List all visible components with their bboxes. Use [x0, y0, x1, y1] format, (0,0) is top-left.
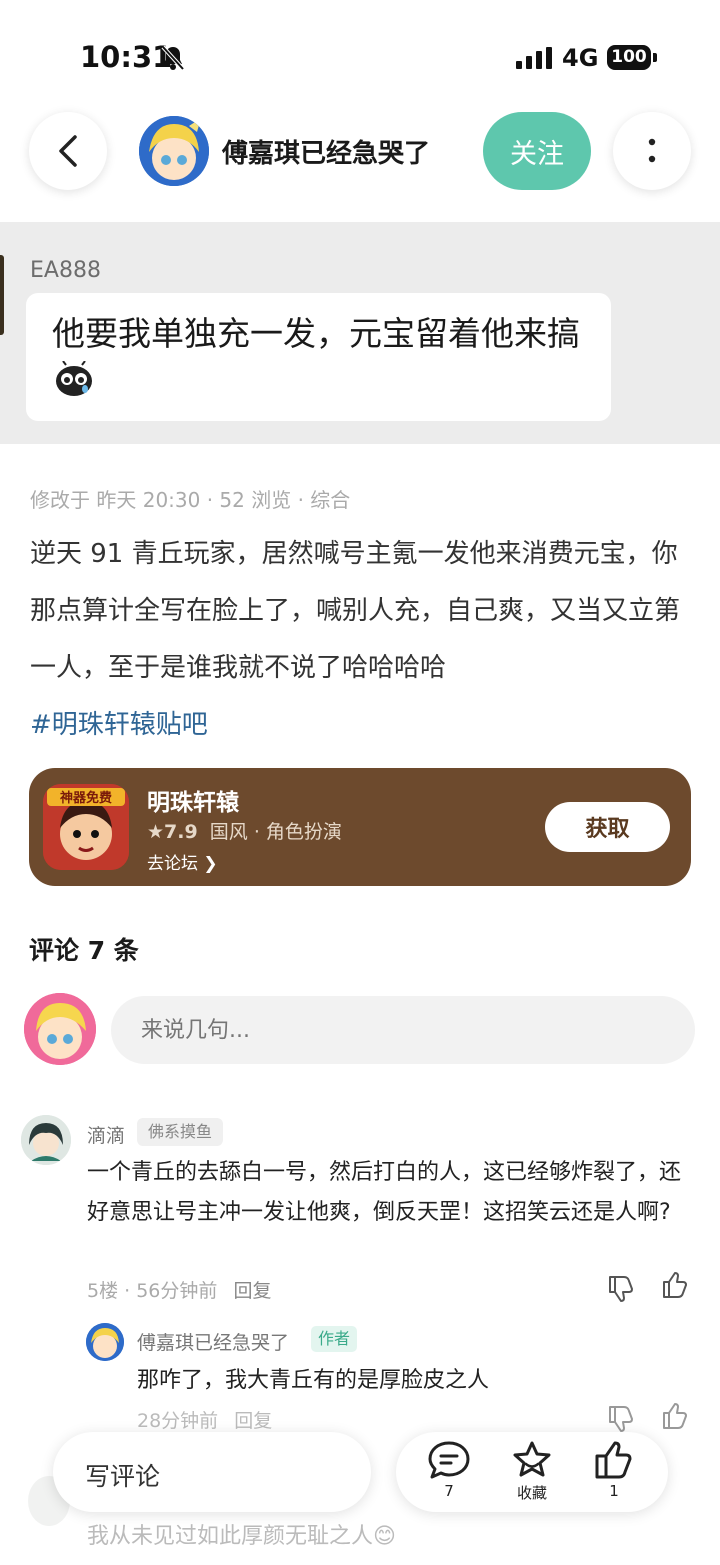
- network-label: 4G: [562, 44, 599, 72]
- next-comment-text: 我从未见过如此厚颜无耻之人😊: [87, 1524, 396, 1549]
- write-comment-label: 写评论: [85, 1462, 161, 1491]
- battery-tip: [653, 53, 657, 62]
- battery-icon: 100: [607, 45, 651, 70]
- signal-icon: [516, 47, 552, 73]
- comment-meta: 5楼 · 56分钟前 回复: [87, 1276, 271, 1303]
- reply-like-button[interactable]: [659, 1401, 691, 1433]
- favorite-label: 收藏: [516, 1484, 547, 1502]
- quote-text: 他要我单独充一发，元宝留着他来搞: [52, 311, 597, 403]
- my-avatar: [24, 993, 96, 1065]
- more-button[interactable]: [613, 112, 691, 190]
- commenter-tag: 佛系摸鱼: [137, 1118, 224, 1146]
- reply-dislike-button[interactable]: [605, 1402, 637, 1434]
- thumbs-up-icon: [595, 1441, 632, 1479]
- quote-text-content: 他要我单独充一发，元宝留着他来搞: [52, 314, 580, 353]
- star-icon: [513, 1441, 551, 1477]
- follow-button[interactable]: 关注: [483, 112, 591, 190]
- comments-action[interactable]: 7: [414, 1440, 484, 1500]
- favorite-action[interactable]: 收藏: [497, 1440, 567, 1503]
- comments-title: 评论 7 条: [29, 936, 139, 965]
- game-name: 明珠轩辕: [147, 790, 239, 816]
- dislike-button[interactable]: [605, 1272, 637, 1304]
- game-icon-badge: 神器免费: [60, 790, 112, 806]
- reply-author-avatar[interactable]: [86, 1323, 124, 1361]
- like-count: 1: [609, 1482, 619, 1500]
- thumbs-down-icon: [609, 1276, 633, 1302]
- like-button[interactable]: [659, 1270, 691, 1302]
- thumbs-up-icon: [663, 1403, 687, 1429]
- game-rating-row: ★7.9 国风 · 角色扮演: [147, 817, 342, 844]
- author-name[interactable]: 傅嘉琪已经急哭了: [222, 133, 430, 170]
- like-action[interactable]: 1: [579, 1440, 649, 1500]
- comment-bubble-icon: [428, 1441, 470, 1479]
- topic-hashtag[interactable]: #明珠轩辕贴吧: [30, 704, 208, 741]
- game-rating: ★7.9: [147, 821, 198, 843]
- back-button[interactable]: [29, 112, 107, 190]
- quote-avatar-edge: [0, 255, 4, 335]
- comment-input[interactable]: [111, 996, 695, 1064]
- silent-bell-icon: [160, 44, 186, 76]
- reply-time: 28分钟前: [137, 1410, 219, 1432]
- quote-username: EA888: [30, 258, 101, 283]
- reply-text: 那咋了，我大青丘有的是厚脸皮之人: [137, 1368, 490, 1393]
- reply-author-name[interactable]: 傅嘉琪已经急哭了: [137, 1328, 289, 1355]
- post-body: 逆天 91 青丘玩家，居然喊号主氪一发他来消费元宝，你那点算计全写在脸上了，喊别…: [30, 539, 681, 683]
- game-icon[interactable]: 神器免费: [43, 784, 129, 870]
- more-vertical-icon: [648, 138, 656, 163]
- comment-count: 7: [444, 1482, 454, 1500]
- get-game-button[interactable]: 获取: [545, 802, 670, 852]
- reply-button[interactable]: 回复: [233, 1280, 271, 1302]
- status-time: 10:31: [80, 40, 173, 74]
- go-to-forum-link[interactable]: 去论坛 ❯: [147, 849, 218, 874]
- reply-meta: 28分钟前 回复: [137, 1406, 272, 1433]
- comment-floor-time: 5楼 · 56分钟前: [87, 1280, 218, 1302]
- commenter-name[interactable]: 滴滴: [87, 1121, 125, 1148]
- thumbs-up-icon: [663, 1272, 687, 1298]
- reply-reply-button[interactable]: 回复: [234, 1410, 272, 1432]
- game-genres: 国风 · 角色扮演: [209, 821, 342, 843]
- author-tag: 作者: [311, 1326, 358, 1352]
- commenter-avatar[interactable]: [21, 1115, 71, 1165]
- author-avatar[interactable]: [139, 116, 209, 186]
- comment-text: 一个青丘的去舔白一号，然后打白的人，这已经够炸裂了，还好意思让号主冲一发让他爽，…: [87, 1160, 682, 1225]
- crying-face-icon: [56, 360, 92, 396]
- post-meta: 修改于 昨天 20:30 · 52 浏览 · 综合: [30, 488, 351, 512]
- thumbs-down-icon: [609, 1406, 633, 1432]
- chevron-left-icon: [59, 135, 77, 167]
